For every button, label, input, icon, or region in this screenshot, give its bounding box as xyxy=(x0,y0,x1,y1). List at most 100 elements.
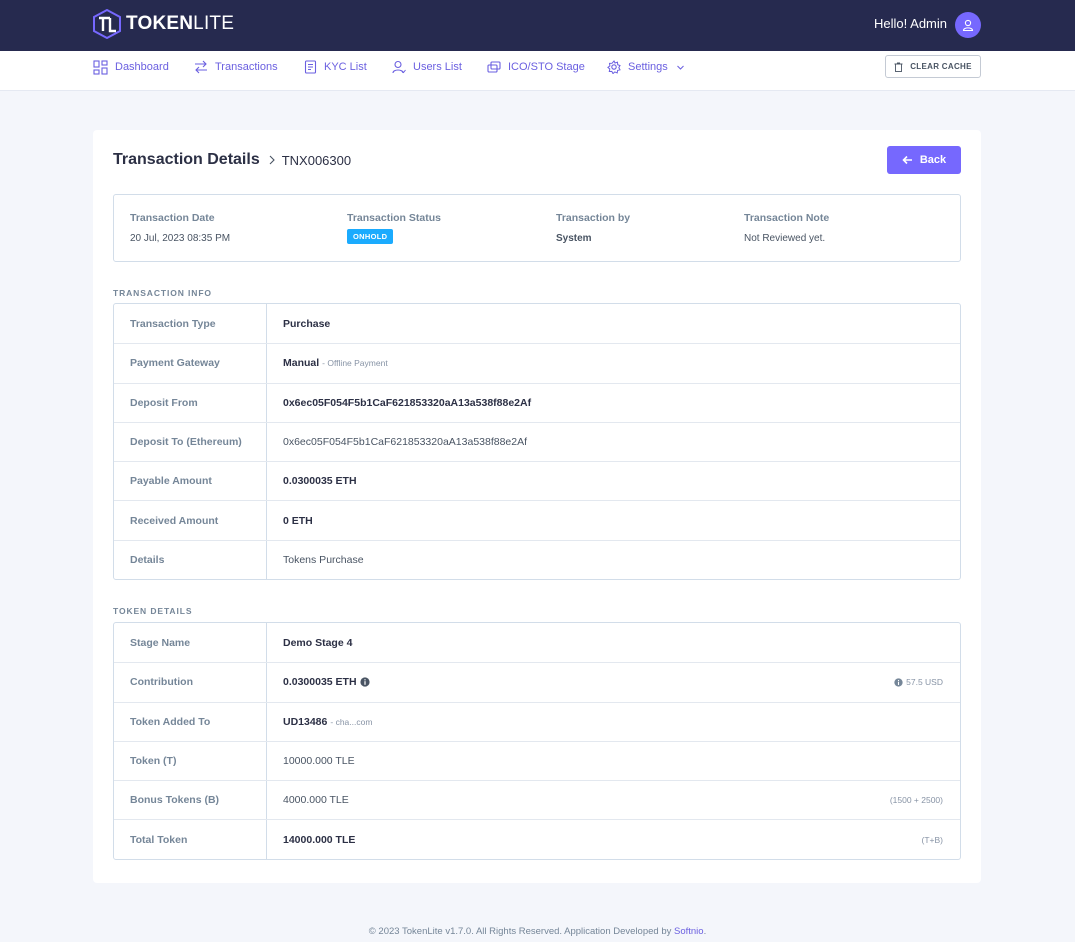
chevron-right-icon xyxy=(269,155,275,165)
nav-dashboard-label: Dashboard xyxy=(115,61,169,73)
user-avatar[interactable] xyxy=(955,12,981,38)
user-email-sub: - cha...com xyxy=(330,716,373,727)
transaction-summary: Transaction Date 20 Jul, 2023 08:35 PM T… xyxy=(113,194,961,262)
table-row: Details Tokens Purchase xyxy=(114,539,960,580)
summary-date: Transaction Date 20 Jul, 2023 08:35 PM xyxy=(130,212,230,244)
users-icon xyxy=(392,60,406,74)
back-button[interactable]: Back xyxy=(887,146,961,174)
row-value: 10000.000 TLE xyxy=(283,755,355,768)
summary-by: Transaction by System xyxy=(556,212,630,244)
info-icon xyxy=(894,678,903,687)
tokenlite-logo-icon xyxy=(93,9,121,39)
logo[interactable]: TOKENLITE xyxy=(92,9,234,39)
table-row: Contribution 0.0300035 ETH 57.5 USD xyxy=(114,662,960,702)
transaction-info-heading: TRANSACTION INFO xyxy=(113,288,212,298)
row-key: Total Token xyxy=(114,820,267,859)
row-key: Contribution xyxy=(114,663,267,702)
table-row: Deposit To (Ethereum) 0x6ec05F054F5b1CaF… xyxy=(114,421,960,462)
table-row: Payable Amount 0.0300035 ETH xyxy=(114,461,960,501)
nav-users-list-label: Users List xyxy=(413,61,462,73)
nav-kyc-list-label: KYC List xyxy=(324,61,367,73)
by-value: System xyxy=(556,233,592,244)
row-key: Payable Amount xyxy=(114,462,267,501)
logo-text: TOKENLITE xyxy=(126,13,235,34)
row-value: 0x6ec05F054F5b1CaF621853320aA13a538f88e2… xyxy=(283,396,532,409)
row-value: Tokens Purchase xyxy=(283,553,364,566)
row-key: Received Amount xyxy=(114,501,267,540)
row-value: UD13486 - cha...com xyxy=(267,703,960,741)
table-row: Payment Gateway Manual - Offline Payment xyxy=(114,343,960,383)
kyc-list-icon xyxy=(304,60,317,74)
table-row: Transaction Type Purchase xyxy=(114,304,960,344)
summary-status: Transaction Status ONHOLD xyxy=(347,212,441,244)
date-value: 20 Jul, 2023 08:35 PM xyxy=(130,233,231,244)
nav-kyc-list[interactable]: KYC List xyxy=(304,59,367,75)
date-label: Transaction Date xyxy=(130,212,215,224)
row-key: Deposit To (Ethereum) xyxy=(114,422,267,462)
row-value: 0x6ec05F054F5b1CaF621853320aA13a538f88e2… xyxy=(283,436,528,449)
info-icon[interactable] xyxy=(359,677,370,688)
table-row: Total Token 14000.000 TLE (T+B) xyxy=(114,819,960,859)
main-nav: Dashboard Transactions KYC List Users Li… xyxy=(0,51,1075,91)
table-row: Deposit From 0x6ec05F054F5b1CaF621853320… xyxy=(114,382,960,422)
table-row: Received Amount 0 ETH xyxy=(114,500,960,540)
row-value: 4000.000 TLE (1500 + 2500) xyxy=(267,781,960,819)
row-key: Bonus Tokens (B) xyxy=(114,781,267,820)
nav-transactions[interactable]: Transactions xyxy=(194,59,278,75)
nav-settings-label: Settings xyxy=(628,61,668,73)
arrow-left-icon xyxy=(902,155,912,165)
nav-ico-sto-stage-label: ICO/STO Stage xyxy=(508,61,585,73)
transaction-id: TNX006300 xyxy=(281,152,352,168)
total-value: 14000.000 TLE xyxy=(283,833,356,846)
note-label: Transaction Note xyxy=(744,212,830,224)
contribution-value: 0.0300035 ETH xyxy=(283,676,357,689)
table-row: Token Added To UD13486 - cha...com xyxy=(114,701,960,741)
token-details-heading: TOKEN DETAILS xyxy=(113,606,193,616)
summary-note: Transaction Note Not Reviewed yet. xyxy=(744,212,829,244)
back-button-label: Back xyxy=(919,154,947,166)
usd-equivalent: 57.5 USD xyxy=(894,677,943,687)
clear-cache-label: CLEAR CACHE xyxy=(910,62,972,71)
row-value: 0.0300035 ETH 57.5 USD xyxy=(267,663,960,701)
row-key: Payment Gateway xyxy=(114,344,267,383)
footer-period: . xyxy=(703,926,707,937)
nav-dashboard[interactable]: Dashboard xyxy=(93,59,169,75)
top-header: TOKENLITE Hello! Admin xyxy=(0,0,1075,51)
status-badge: ONHOLD xyxy=(347,229,394,244)
footer: © 2023 TokenLite v1.7.0. All Rights Rese… xyxy=(0,926,1075,937)
nav-ico-sto-stage[interactable]: ICO/STO Stage xyxy=(487,59,585,75)
total-formula: (T+B) xyxy=(921,834,944,845)
usd-value: 57.5 USD xyxy=(906,677,943,688)
footer-link[interactable]: Softnio xyxy=(674,926,704,937)
row-key: Stage Name xyxy=(114,623,267,663)
transactions-icon xyxy=(195,60,207,74)
gateway-sub: - Offline Payment xyxy=(322,358,388,369)
by-label: Transaction by xyxy=(556,212,631,224)
row-value: 0 ETH xyxy=(283,514,313,527)
transaction-info-table: Transaction Type Purchase Payment Gatewa… xyxy=(113,303,961,581)
transaction-details-card: Transaction Details TNX006300 Back Trans… xyxy=(93,130,981,883)
table-row: Stage Name Demo Stage 4 xyxy=(114,623,960,663)
bonus-breakdown: (1500 + 2500) xyxy=(889,795,943,806)
row-key: Deposit From xyxy=(114,383,267,422)
row-value: Demo Stage 4 xyxy=(283,636,353,649)
dashboard-icon xyxy=(93,59,108,75)
row-key: Details xyxy=(114,540,267,580)
row-value: 14000.000 TLE (T+B) xyxy=(267,820,960,858)
gateway-value: Manual xyxy=(283,357,320,370)
user-id-value[interactable]: UD13486 xyxy=(283,716,327,728)
trash-icon xyxy=(894,62,903,72)
nav-transactions-label: Transactions xyxy=(215,61,278,73)
row-value: 0.0300035 ETH xyxy=(283,475,357,488)
clear-cache-button[interactable]: CLEAR CACHE xyxy=(885,55,981,78)
nav-users-list[interactable]: Users List xyxy=(392,59,462,75)
row-key: Token Added To xyxy=(114,702,267,741)
user-icon xyxy=(962,19,974,31)
chevron-down-icon xyxy=(676,65,684,70)
nav-settings[interactable]: Settings xyxy=(607,59,685,75)
footer-text: © 2023 TokenLite v1.7.0. All Rights Rese… xyxy=(368,926,672,937)
page-title-text: Transaction Details xyxy=(113,151,260,168)
bonus-value: 4000.000 TLE xyxy=(283,794,349,807)
row-value: Purchase xyxy=(283,317,331,330)
table-row: Bonus Tokens (B) 4000.000 TLE (1500 + 25… xyxy=(114,780,960,820)
